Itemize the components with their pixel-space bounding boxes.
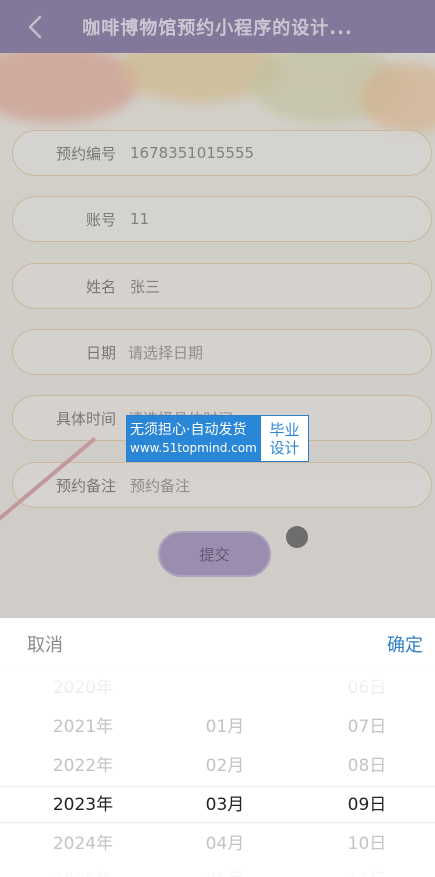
selection-line-bottom (0, 822, 435, 823)
picker-header: 取消 确定 (0, 618, 435, 669)
picker-year-item[interactable]: 2024年 (23, 832, 143, 856)
picker-month-item[interactable]: 04月 (165, 832, 285, 856)
picker-wheels: 2020年 2021年 2022年 2023年 2024年 2025年 01月 … (0, 668, 435, 877)
watermark-right2: 设计 (269, 438, 300, 457)
picker-year-selected[interactable]: 2023年 (23, 793, 143, 817)
selection-line-top (0, 786, 435, 787)
picker-month-selected[interactable]: 03月 (165, 793, 285, 817)
modal-backdrop[interactable] (0, 0, 435, 618)
picker-day-item[interactable]: 08日 (307, 754, 427, 778)
watermark-line1: 无须担心·自动发货 (130, 421, 247, 438)
picker-year-item[interactable]: 2025年 (23, 868, 143, 877)
watermark-line2: www.51topmind.com (130, 440, 257, 455)
picker-month-item[interactable]: 01月 (165, 715, 285, 739)
picker-day-selected[interactable]: 09日 (307, 793, 427, 817)
watermark-badge: 无须担心·自动发货 www.51topmind.com 毕业 设计 (126, 415, 309, 462)
confirm-button[interactable]: 确定 (387, 631, 423, 657)
picker-month-item[interactable]: 02月 (165, 754, 285, 778)
picker-day-item[interactable]: 07日 (307, 715, 427, 739)
picker-month-item[interactable]: 05月 (165, 868, 285, 877)
picker-day-item[interactable]: 11日 (307, 868, 427, 877)
picker-day-item[interactable]: 10日 (307, 832, 427, 856)
cancel-button[interactable]: 取消 (27, 631, 63, 657)
picker-year-item[interactable]: 2020年 (23, 676, 143, 700)
picker-year-item[interactable]: 2021年 (23, 715, 143, 739)
watermark-right1: 毕业 (269, 420, 300, 439)
picker-year-item[interactable]: 2022年 (23, 754, 143, 778)
date-picker-sheet: 取消 确定 2020年 2021年 2022年 2023年 2024年 2025… (0, 618, 435, 877)
picker-day-item[interactable]: 06日 (307, 676, 427, 700)
